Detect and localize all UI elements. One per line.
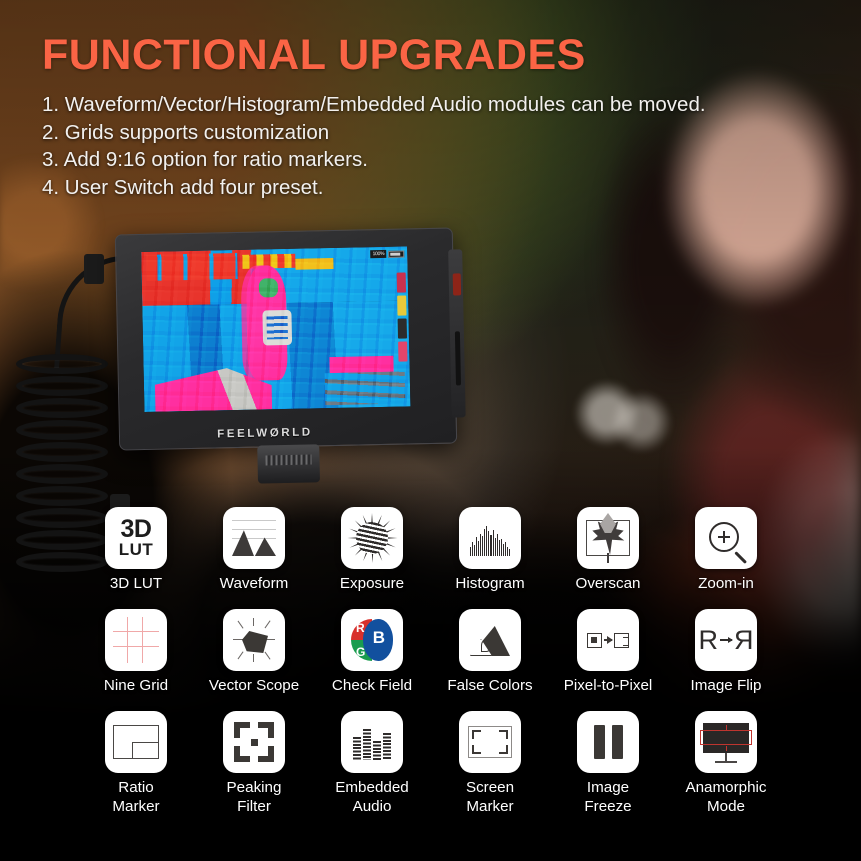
feature-label: Waveform [219, 575, 289, 592]
icon-row-3: Ratio Marker Peaking Filter Embedded Aud… [0, 711, 861, 829]
feature-label-line1: Anamorphic [685, 779, 767, 796]
monitor-hotshoe-mount [257, 444, 321, 484]
feature-list-item: 2. Grids supports customization [42, 120, 330, 144]
waveform-icon[interactable] [223, 507, 285, 569]
feature-label: False Colors [447, 677, 533, 694]
feature-item-image-flip[interactable]: R R Image Flip [667, 609, 785, 695]
feature-label: Histogram [455, 575, 525, 592]
feature-label-line2: Audio [352, 798, 392, 815]
nine-grid-icon[interactable] [105, 609, 167, 671]
feature-label-line2: Filter [237, 798, 271, 815]
check-field-g-label: G [356, 645, 366, 659]
check-field-b-label: B [372, 627, 385, 647]
3d-lut-icon-top-text: 3D [120, 515, 152, 543]
cable-plug-top [84, 254, 104, 284]
feature-label-line1: Image [586, 779, 630, 796]
feature-item-embedded-audio[interactable]: Embedded Audio [313, 711, 431, 816]
feature-item-histogram[interactable]: Histogram [431, 507, 549, 593]
feature-label-line1: Embedded [335, 779, 409, 796]
image-flip-right-glyph: R [734, 624, 754, 655]
poster-canvas: FUNCTIONAL UPGRADES 1. Waveform/Vector/H… [0, 0, 861, 861]
feature-label-line2: Marker [112, 798, 160, 815]
feature-item-vector-scope[interactable]: Vector Scope [195, 609, 313, 695]
screen-marker-icon[interactable] [459, 711, 521, 773]
battery-percent-label: 100% [370, 249, 387, 259]
feature-label: Screen Marker [431, 778, 549, 816]
feature-item-peaking-filter[interactable]: Peaking Filter [195, 711, 313, 816]
feature-label: Nine Grid [103, 677, 169, 694]
feature-label: Exposure [339, 575, 405, 592]
feature-item-screen-marker[interactable]: Screen Marker [431, 711, 549, 816]
feature-list-item: 4. User Switch add four preset. [42, 175, 324, 199]
feature-label-line2: Mode [707, 798, 745, 815]
feature-label-line1: Ratio [118, 779, 154, 796]
header-block: FUNCTIONAL UPGRADES 1. Waveform/Vector/H… [42, 34, 832, 201]
screen-texture-overlay [141, 246, 411, 412]
page-title: FUNCTIONAL UPGRADES [42, 31, 586, 79]
feature-label: Anamorphic Mode [667, 778, 785, 816]
vector-scope-icon[interactable] [223, 609, 285, 671]
feature-item-image-freeze[interactable]: Image Freeze [549, 711, 667, 816]
image-freeze-icon[interactable] [577, 711, 639, 773]
screen-osd-status: 100% [370, 249, 405, 259]
feature-label: Peaking Filter [195, 778, 313, 816]
feature-item-exposure[interactable]: Exposure [313, 507, 431, 593]
feature-item-zoom-in[interactable]: Zoom-in [667, 507, 785, 593]
feature-label: Zoom-in [698, 575, 754, 592]
feature-label-line2: Freeze [584, 798, 632, 815]
battery-icon [388, 250, 405, 258]
feature-item-anamorphic-mode[interactable]: Anamorphic Mode [667, 711, 785, 816]
check-field-r-label: R [356, 621, 365, 635]
peaking-filter-icon[interactable] [223, 711, 285, 773]
monitor-screen: 100% [141, 246, 411, 412]
image-flip-icon[interactable]: R R [695, 609, 757, 671]
feature-label: Image Freeze [549, 778, 667, 816]
3d-lut-icon[interactable]: 3D LUT [105, 507, 167, 569]
feature-item-overscan[interactable]: Overscan [549, 507, 667, 593]
image-flip-left-glyph: R [698, 624, 719, 655]
feature-label: 3D LUT [109, 575, 163, 592]
feature-label: Pixel-to-Pixel [563, 677, 653, 694]
feature-list: 1. Waveform/Vector/Histogram/Embedded Au… [42, 91, 832, 201]
overscan-leaf-icon[interactable] [577, 507, 639, 569]
feature-item-nine-grid[interactable]: Nine Grid [77, 609, 195, 695]
feature-list-item: 3. Add 9:16 option for ratio markers. [42, 148, 368, 171]
icon-row-2: Nine Grid Vector Scope R G B Check Field… [0, 609, 861, 711]
3d-lut-icon-bottom-text: LUT [118, 540, 154, 559]
ratio-marker-icon[interactable] [105, 711, 167, 773]
feature-label: Ratio Marker [77, 778, 195, 816]
screen-color-scale [396, 272, 408, 362]
feature-label-line2: Marker [466, 798, 514, 815]
exposure-icon[interactable] [341, 507, 403, 569]
feature-label: Check Field [331, 677, 413, 694]
icon-row-1: 3D LUT 3D LUT Waveform Exposure Histogra… [0, 507, 861, 609]
feature-item-3d-lut[interactable]: 3D LUT 3D LUT [77, 507, 195, 593]
monitor-port [452, 273, 462, 296]
zoom-in-icon[interactable] [695, 507, 757, 569]
feature-item-pixel-to-pixel[interactable]: Pixel-to-Pixel [549, 609, 667, 695]
histogram-icon[interactable] [459, 507, 521, 569]
feature-label: Embedded Audio [313, 778, 431, 816]
feature-label-line1: Screen [465, 779, 515, 796]
feature-item-ratio-marker[interactable]: Ratio Marker [77, 711, 195, 816]
feature-label: Overscan [575, 575, 641, 592]
feelworld-field-monitor: 100% FEELWØRLD [114, 227, 466, 484]
feature-label-line1: Peaking [226, 779, 282, 796]
feature-icon-grid: 3D LUT 3D LUT Waveform Exposure Histogra… [0, 507, 861, 829]
feature-item-waveform[interactable]: Waveform [195, 507, 313, 593]
feature-label: Image Flip [690, 677, 762, 694]
anamorphic-mode-icon[interactable] [695, 711, 757, 773]
false-colors-icon[interactable] [459, 609, 521, 671]
feature-item-check-field[interactable]: R G B Check Field [313, 609, 431, 695]
feature-list-item: 1. Waveform/Vector/Histogram/Embedded Au… [42, 93, 706, 116]
check-field-rgb-icon[interactable]: R G B [341, 609, 403, 671]
pixel-to-pixel-icon[interactable] [577, 609, 639, 671]
feature-label: Vector Scope [208, 677, 300, 694]
feature-item-false-colors[interactable]: False Colors [431, 609, 549, 695]
embedded-audio-icon[interactable] [341, 711, 403, 773]
